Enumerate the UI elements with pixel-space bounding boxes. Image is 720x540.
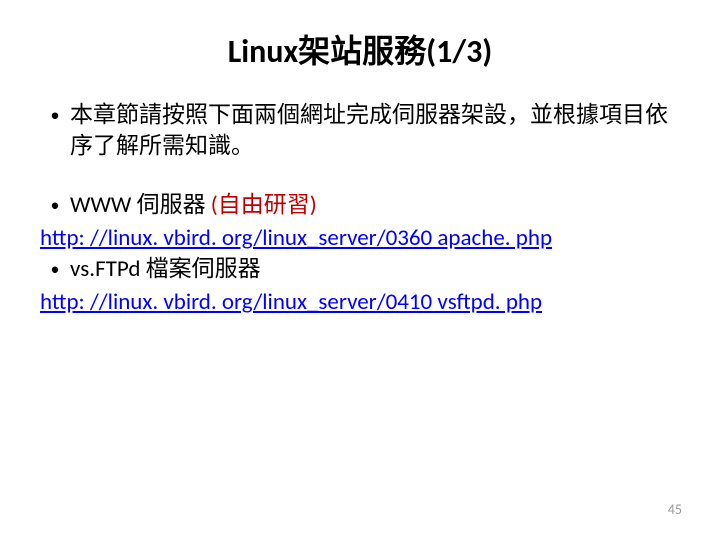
bullet-icon: • [40, 190, 70, 221]
item1-note: (自由研習) [211, 191, 317, 219]
spacer [40, 164, 680, 190]
item1-bullet: • WWW 伺服器 (自由研習) [40, 190, 680, 221]
intro-text: 本章節請按照下面兩個網址完成伺服器架設，並根據項目依序了解所需知識。 [70, 100, 680, 162]
bullet-icon: • [40, 100, 70, 131]
slide-content: • 本章節請按照下面兩個網址完成伺服器架設，並根據項目依序了解所需知識。 • W… [40, 100, 680, 318]
item2-bullet: • vs.FTPd 檔案伺服器 [40, 254, 680, 285]
item1-row: WWW 伺服器 (自由研習) [70, 190, 680, 221]
page-number: 45 [668, 501, 682, 518]
link2[interactable]: http: //linux. vbird. org/linux_server/0… [40, 287, 680, 318]
slide: Linux架站服務(1/3) • 本章節請按照下面兩個網址完成伺服器架設，並根據… [0, 0, 720, 540]
slide-title: Linux架站服務(1/3) [40, 26, 680, 72]
link1[interactable]: http: //linux. vbird. org/linux_server/0… [40, 223, 680, 254]
item1-label: WWW 伺服器 [70, 191, 211, 219]
intro-bullet: • 本章節請按照下面兩個網址完成伺服器架設，並根據項目依序了解所需知識。 [40, 100, 680, 162]
bullet-icon: • [40, 254, 70, 285]
item2-label: vs.FTPd 檔案伺服器 [70, 254, 680, 285]
